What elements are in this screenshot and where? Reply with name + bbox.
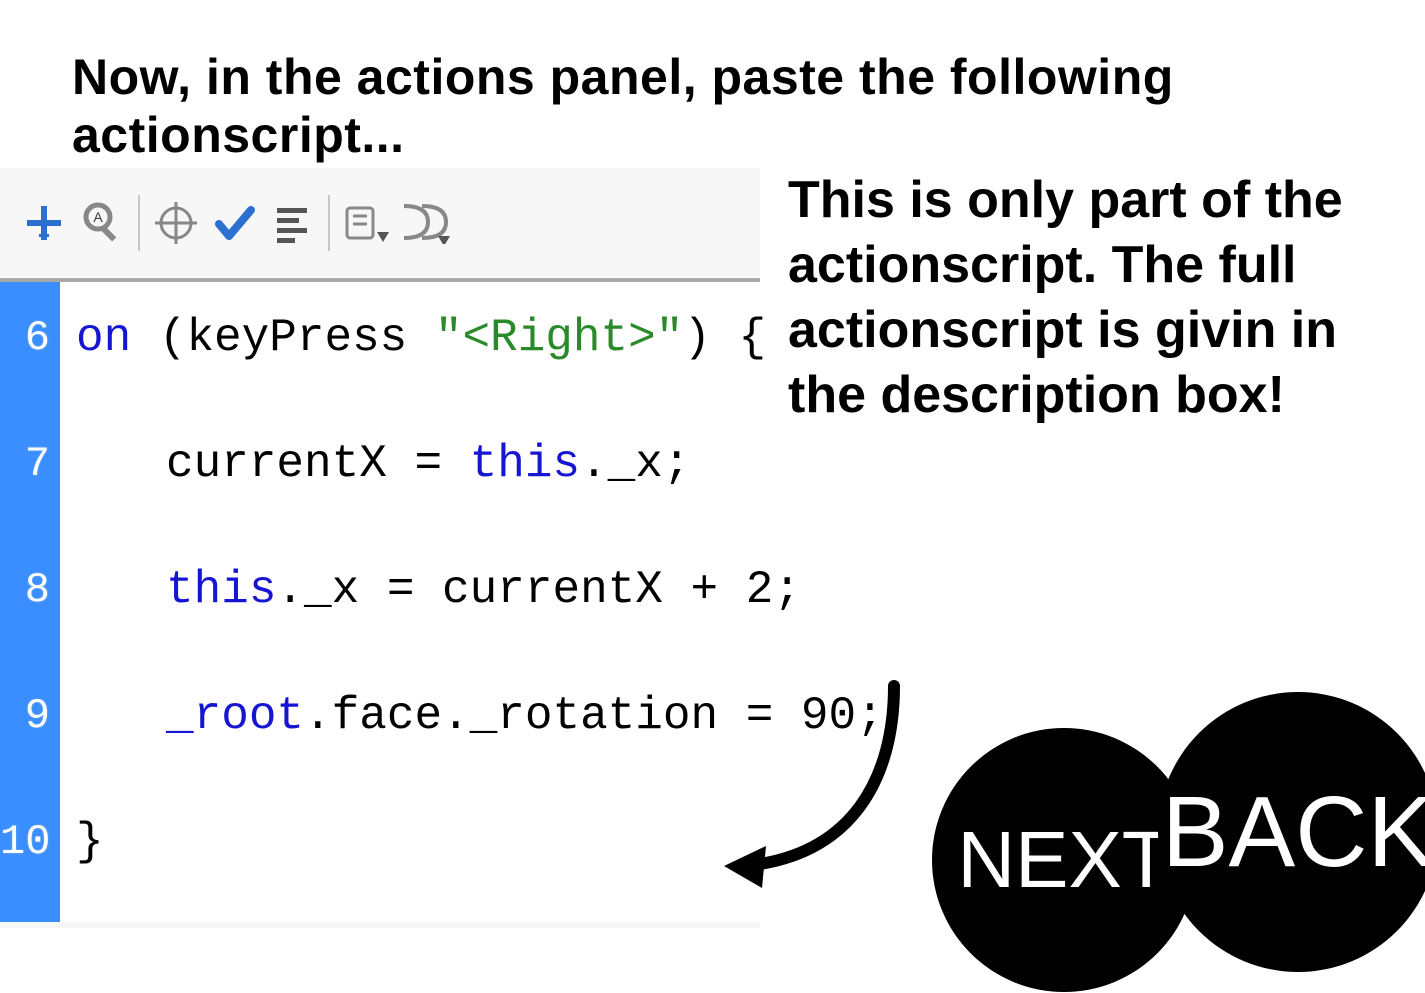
code-line: this._x = currentX + 2; bbox=[76, 560, 884, 686]
code-line: currentX = this._x; bbox=[76, 434, 884, 560]
code-text: on (keyPress "<Right>") { currentX = thi… bbox=[60, 282, 884, 922]
code-line: on (keyPress "<Right>") { bbox=[76, 308, 884, 434]
auto-format-icon[interactable] bbox=[266, 193, 318, 253]
line-number-gutter: 6 7 8 9 10 bbox=[0, 282, 60, 922]
side-note-text: This is only part of the actionscript. T… bbox=[788, 168, 1408, 428]
svg-text:A: A bbox=[93, 209, 103, 225]
line-number: 10 bbox=[0, 812, 60, 938]
line-number: 6 bbox=[0, 308, 60, 434]
check-syntax-icon[interactable] bbox=[208, 193, 260, 253]
debug-options-icon[interactable] bbox=[340, 193, 392, 253]
code-line: _root.face._rotation = 90; bbox=[76, 686, 884, 812]
line-number: 7 bbox=[0, 434, 60, 560]
line-number: 8 bbox=[0, 560, 60, 686]
back-button[interactable]: BACK bbox=[1158, 692, 1425, 972]
actionscript-panel: A bbox=[0, 168, 760, 928]
actions-toolbar: A bbox=[0, 168, 760, 282]
toolbar-separator bbox=[328, 195, 330, 251]
code-collapse-icon[interactable] bbox=[398, 193, 450, 253]
next-button[interactable]: NEXT bbox=[932, 728, 1196, 992]
instruction-heading: Now, in the actions panel, paste the fol… bbox=[72, 48, 1425, 164]
line-number: 9 bbox=[0, 686, 60, 812]
code-line: } bbox=[76, 812, 884, 938]
code-editor[interactable]: 6 7 8 9 10 on (keyPress "<Right>") { cur… bbox=[0, 282, 760, 922]
target-icon[interactable] bbox=[150, 193, 202, 253]
add-snippet-icon[interactable] bbox=[18, 193, 70, 253]
toolbar-separator bbox=[138, 195, 140, 251]
find-icon[interactable]: A bbox=[76, 193, 128, 253]
